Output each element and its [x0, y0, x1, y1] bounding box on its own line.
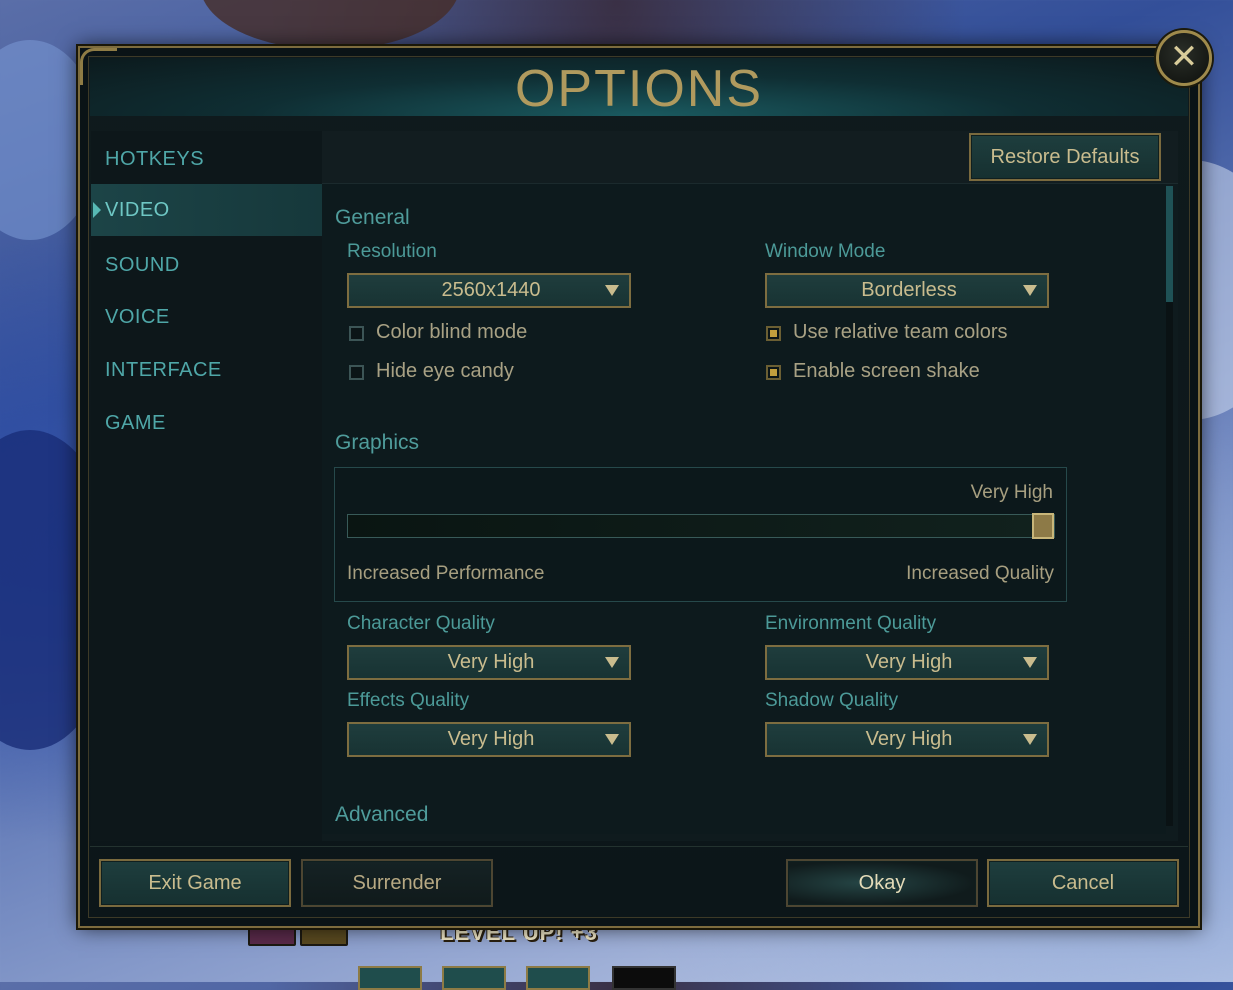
color-blind-checkbox[interactable] [349, 326, 364, 341]
sidebar-item-interface[interactable]: INTERFACE [91, 344, 322, 396]
sidebar-item-hotkeys[interactable]: HOTKEYS [91, 133, 322, 185]
section-title-graphics: Graphics [335, 431, 420, 454]
sidebar-item-sound[interactable]: SOUND [91, 239, 322, 291]
dialog-title: OPTIONS [514, 60, 764, 118]
shadow-quality-dropdown[interactable]: Very High [765, 722, 1049, 757]
ability-slot[interactable] [442, 966, 506, 990]
graphics-level-label: Very High [970, 482, 1053, 503]
exit-game-button[interactable]: Exit Game [99, 859, 291, 907]
section-title-advanced: Advanced [335, 803, 429, 826]
character-quality-dropdown[interactable]: Very High [347, 645, 631, 680]
shadow-quality-label: Shadow Quality [765, 690, 899, 711]
chevron-down-icon [1023, 657, 1037, 668]
footer-divider [90, 846, 1188, 847]
window-mode-dropdown[interactable]: Borderless [765, 273, 1049, 308]
restore-defaults-button[interactable]: Restore Defaults [969, 133, 1161, 181]
chevron-down-icon [605, 285, 619, 296]
chevron-down-icon [1023, 285, 1037, 296]
resolution-label: Resolution [347, 241, 437, 262]
effects-quality-dropdown[interactable]: Very High [347, 722, 631, 757]
scrollbar-thumb[interactable] [1166, 186, 1173, 302]
close-icon: ✕ [1169, 37, 1199, 77]
slider-fill [348, 515, 1032, 537]
relative-team-colors-checkbox[interactable] [766, 326, 781, 341]
checkbox-label: Color blind mode [376, 321, 528, 343]
window-mode-label: Window Mode [765, 241, 886, 262]
resolution-dropdown[interactable]: 2560x1440 [347, 273, 631, 308]
sidebar-item-label: INTERFACE [105, 359, 222, 381]
environment-quality-dropdown[interactable]: Very High [765, 645, 1049, 680]
increased-quality-label: Increased Quality [906, 563, 1054, 584]
sidebar-item-video[interactable]: VIDEO [91, 184, 322, 236]
active-marker-icon [93, 202, 101, 218]
dropdown-value: Very High [865, 728, 953, 750]
ability-slot[interactable] [526, 966, 590, 990]
okay-button[interactable]: Okay [786, 859, 978, 907]
chevron-down-icon [605, 734, 619, 745]
dropdown-value: Borderless [861, 279, 957, 301]
sidebar-item-label: GAME [105, 412, 166, 434]
sidebar-item-label: VIDEO [105, 199, 170, 221]
background-shape [200, 0, 460, 50]
dropdown-value: Very High [447, 651, 535, 673]
cancel-button[interactable]: Cancel [987, 859, 1179, 907]
effects-quality-label: Effects Quality [347, 690, 470, 711]
section-title-general: General [335, 206, 410, 229]
close-button[interactable]: ✕ [1156, 30, 1212, 86]
sidebar-item-voice[interactable]: VOICE [91, 291, 322, 343]
chevron-down-icon [605, 657, 619, 668]
checkbox-label: Hide eye candy [376, 360, 514, 382]
dropdown-value: Very High [865, 651, 953, 673]
increased-performance-label: Increased Performance [347, 563, 545, 584]
checkbox-label: Enable screen shake [793, 360, 980, 382]
ability-slot[interactable] [358, 966, 422, 990]
character-quality-label: Character Quality [347, 613, 495, 634]
chevron-down-icon [1023, 734, 1037, 745]
checkbox-label: Use relative team colors [793, 321, 1008, 343]
environment-quality-label: Environment Quality [765, 613, 937, 634]
surrender-button[interactable]: Surrender [301, 859, 493, 907]
hide-eye-candy-checkbox[interactable] [349, 365, 364, 380]
dropdown-value: Very High [447, 728, 535, 750]
sidebar-item-label: SOUND [105, 254, 180, 276]
sidebar-item-label: HOTKEYS [105, 148, 205, 170]
dropdown-value: 2560x1440 [441, 279, 541, 301]
options-sidebar: HOTKEYS VIDEO SOUND VOICE INTERFACE GAME [91, 131, 322, 841]
ability-slot[interactable] [612, 966, 676, 990]
sidebar-item-label: VOICE [105, 306, 170, 328]
slider-handle[interactable] [1032, 513, 1054, 539]
sidebar-item-game[interactable]: GAME [91, 397, 322, 449]
screen-shake-checkbox[interactable] [766, 365, 781, 380]
